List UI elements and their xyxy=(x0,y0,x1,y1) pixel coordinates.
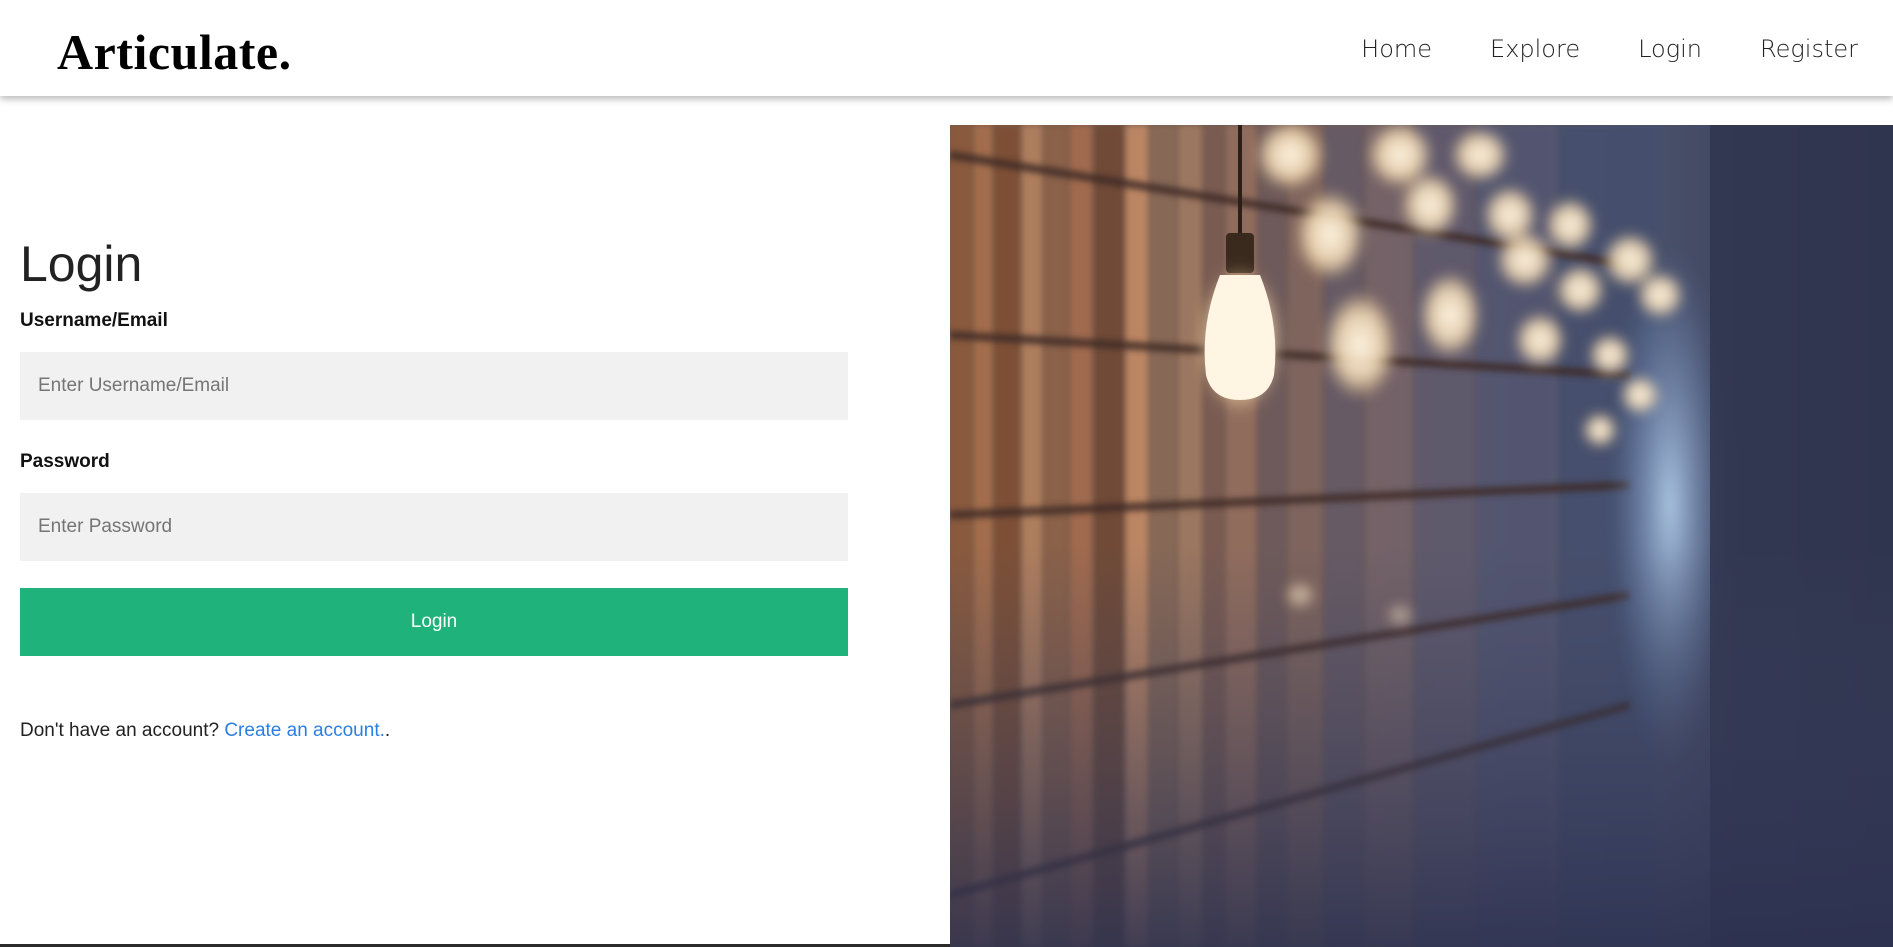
register-prompt-line: Don't have an account? Create an account… xyxy=(20,719,390,743)
nav-login-link[interactable]: Login xyxy=(1638,30,1702,68)
library-bookshelves-with-hanging-lightbulbs-photo xyxy=(950,125,1893,947)
top-navbar: Articulate. Home Explore Login Register xyxy=(0,0,1893,96)
username-input[interactable] xyxy=(20,352,848,420)
register-prompt-text: Don't have an account? xyxy=(20,720,220,741)
nav-links: Home Explore Login Register xyxy=(1303,30,1858,68)
password-input[interactable] xyxy=(20,493,848,561)
nav-explore-link[interactable]: Explore xyxy=(1490,30,1580,68)
login-title: Login xyxy=(20,236,143,292)
library-photo xyxy=(950,125,1893,947)
create-account-link[interactable]: Create an account. xyxy=(224,720,385,741)
register-suffix: . xyxy=(384,720,391,741)
username-label: Username/Email xyxy=(20,310,168,331)
brand-logo[interactable]: Articulate. xyxy=(57,22,292,82)
nav-register-link[interactable]: Register xyxy=(1760,30,1858,68)
nav-home-link[interactable]: Home xyxy=(1361,30,1432,68)
login-button[interactable]: Login xyxy=(20,588,848,656)
password-label: Password xyxy=(20,451,110,472)
